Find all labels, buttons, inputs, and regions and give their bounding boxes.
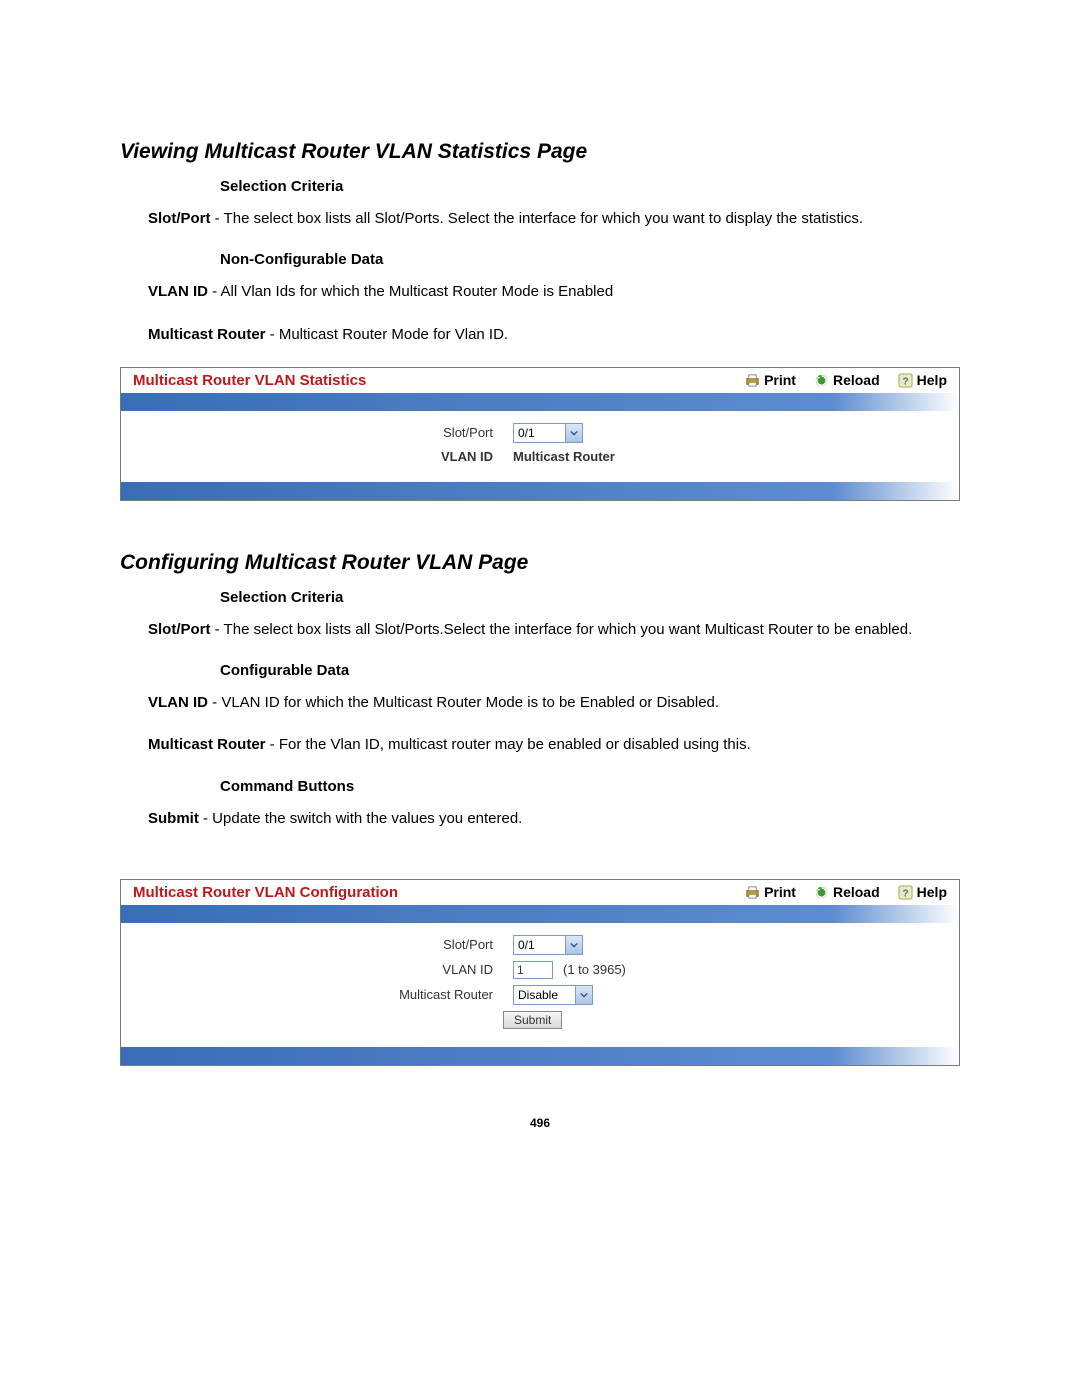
submit-button[interactable]: Submit [503,1011,562,1029]
help-button[interactable]: ? Help [898,372,947,388]
row-slotport: Slot/Port 0/1 [133,423,947,443]
help-label: Help [917,372,947,388]
desc-vlanid-2: - VLAN ID for which the Multicast Router… [208,694,719,711]
paragraph-slotport-2: Slot/Port - The select box lists all Slo… [120,620,960,640]
panel-body: Slot/Port 0/1 VLAN ID Multicast Router [121,411,959,482]
panel-header-b: Multicast Router VLAN Configuration Prin… [121,880,959,905]
label-vlanid: VLAN ID [133,962,513,977]
reload-button[interactable]: Reload [814,372,880,388]
help-label-b: Help [917,884,947,900]
divider-bar-b-bottom [121,1047,959,1065]
print-label-b: Print [764,884,796,900]
term-vlanid-2: VLAN ID [148,694,208,711]
svg-text:?: ? [902,376,908,387]
row-slotport-b: Slot/Port 0/1 [133,935,947,955]
term-multicast-router: Multicast Router [148,326,266,343]
hint-vlanid-range: (1 to 3965) [563,962,626,977]
term-slotport-2: Slot/Port [148,621,211,638]
subheading-selection-criteria-2: Selection Criteria [120,589,960,606]
print-icon [745,885,760,900]
paragraph-vlanid: VLAN ID - All Vlan Ids for which the Mul… [120,282,960,302]
section-title-configuring: Configuring Multicast Router VLAN Page [120,551,960,575]
paragraph-submit: Submit - Update the switch with the valu… [120,809,960,829]
document-page: Viewing Multicast Router VLAN Statistics… [0,0,1080,1170]
panel-title-b: Multicast Router VLAN Configuration [133,884,398,901]
select-multicast-router[interactable]: Disable [513,985,593,1005]
help-button-b[interactable]: ? Help [898,884,947,900]
select-slotport[interactable]: 0/1 [513,423,583,443]
term-vlanid: VLAN ID [148,283,208,300]
help-icon: ? [898,885,913,900]
panel-actions: Print Reload ? Help [745,372,947,388]
reload-label-b: Reload [833,884,880,900]
panel-body-b: Slot/Port 0/1 VLAN ID 1 (1 to 3965) Mult… [121,923,959,1047]
print-label: Print [764,372,796,388]
select-slotport-b[interactable]: 0/1 [513,935,583,955]
term-slotport: Slot/Port [148,210,211,227]
table-header: VLAN ID Multicast Router [133,449,947,464]
label-slotport: Slot/Port [133,425,513,440]
select-slotport-value: 0/1 [518,426,535,440]
chevron-down-icon [565,936,582,954]
reload-button-b[interactable]: Reload [814,884,880,900]
row-vlanid: VLAN ID 1 (1 to 3965) [133,961,947,979]
label-slotport-b: Slot/Port [133,937,513,952]
chevron-down-icon [565,424,582,442]
desc-slotport-2: - The select box lists all Slot/Ports.Se… [211,621,913,638]
col-vlan-id: VLAN ID [133,449,513,464]
desc-multicast-router: - Multicast Router Mode for Vlan ID. [266,326,509,343]
paragraph-vlanid-2: VLAN ID - VLAN ID for which the Multicas… [120,693,960,713]
desc-vlanid: - All Vlan Ids for which the Multicast R… [208,283,613,300]
chevron-down-icon [575,986,592,1004]
panel-title: Multicast Router VLAN Statistics [133,372,366,389]
panel-header: Multicast Router VLAN Statistics Print R… [121,368,959,393]
row-submit: Submit [133,1011,947,1029]
subheading-nonconfigurable: Non-Configurable Data [120,251,960,268]
paragraph-slotport: Slot/Port - The select box lists all Slo… [120,209,960,229]
input-vlanid[interactable]: 1 [513,961,553,979]
divider-bar [121,393,959,411]
panel-vlan-configuration: Multicast Router VLAN Configuration Prin… [120,879,960,1066]
desc-slotport: - The select box lists all Slot/Ports. S… [211,210,864,227]
desc-submit: - Update the switch with the values you … [199,810,523,827]
term-multicast-router-2: Multicast Router [148,736,266,753]
desc-multicast-router-2: - For the Vlan ID, multicast router may … [266,736,751,753]
divider-bar-b [121,905,959,923]
page-number: 496 [120,1116,960,1130]
panel-vlan-statistics: Multicast Router VLAN Statistics Print R… [120,367,960,501]
term-submit: Submit [148,810,199,827]
reload-icon [814,885,829,900]
subheading-selection-criteria: Selection Criteria [120,178,960,195]
help-icon: ? [898,373,913,388]
paragraph-multicast-router: Multicast Router - Multicast Router Mode… [120,325,960,345]
label-multicast-router: Multicast Router [133,987,513,1002]
reload-label: Reload [833,372,880,388]
select-slotport-value-b: 0/1 [518,938,535,952]
divider-bar-bottom [121,482,959,500]
section-title-statistics: Viewing Multicast Router VLAN Statistics… [120,140,960,164]
select-multicast-router-value: Disable [518,988,558,1002]
paragraph-multicast-router-2: Multicast Router - For the Vlan ID, mult… [120,735,960,755]
print-icon [745,373,760,388]
reload-icon [814,373,829,388]
col-multicast-router: Multicast Router [513,449,615,464]
panel-actions-b: Print Reload ? Help [745,884,947,900]
print-button[interactable]: Print [745,372,796,388]
svg-text:?: ? [902,888,908,899]
subheading-configurable: Configurable Data [120,662,960,679]
subheading-command-buttons: Command Buttons [120,778,960,795]
print-button-b[interactable]: Print [745,884,796,900]
row-multicast-router: Multicast Router Disable [133,985,947,1005]
